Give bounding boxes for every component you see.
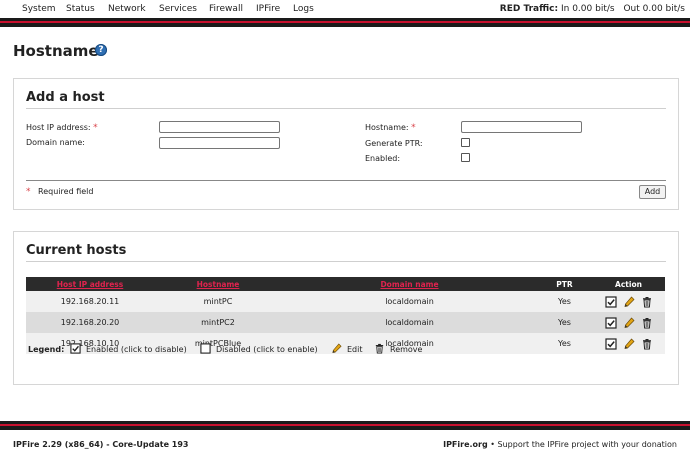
table-row: 192.168.20.20 mintPC2 localdomain Yes [26, 312, 665, 333]
menu-status[interactable]: Status [66, 4, 95, 14]
legend-label: Legend: [28, 345, 65, 354]
required-marker: * [93, 123, 98, 133]
ipfire-org-link[interactable]: IPFire.org [443, 440, 488, 449]
domain-name-input[interactable] [159, 137, 280, 149]
header-band [0, 18, 690, 27]
legend-enabled-text: Enabled (click to disable) [86, 345, 187, 354]
column-header-hostname[interactable]: Hostname [154, 277, 282, 291]
enabled-checkbox-icon[interactable] [604, 337, 617, 350]
cell-domain: localdomain [282, 291, 537, 312]
cell-ptr: Yes [537, 291, 592, 312]
legend-edit-icon [332, 343, 342, 354]
menu-ipfire[interactable]: IPFire [256, 4, 280, 14]
support-text: • Support the IPFire project with your d… [490, 440, 677, 449]
column-header-domain[interactable]: Domain name [282, 277, 537, 291]
current-hosts-title-rule [26, 261, 666, 262]
traffic-out: Out 0.00 bit/s [623, 4, 685, 14]
edit-pencil-icon[interactable] [623, 337, 635, 350]
generate-ptr-label: Generate PTR: [365, 139, 423, 148]
hosts-table: Host IP address Hostname Domain name PTR… [26, 277, 665, 354]
remove-trash-icon[interactable] [641, 296, 653, 308]
menu-firewall[interactable]: Firewall [209, 4, 243, 14]
enabled-checkbox-icon[interactable] [604, 316, 617, 329]
legend-disabled-text: Disabled (click to enable) [216, 345, 318, 354]
top-navigation: System Status Network Services Firewall … [0, 0, 690, 18]
traffic-label: RED Traffic: [499, 4, 559, 14]
cell-hostname: mintPC2 [154, 312, 282, 333]
edit-pencil-icon[interactable] [623, 316, 635, 329]
cell-hostname: mintPC [154, 291, 282, 312]
required-marker: * [411, 123, 416, 133]
generate-ptr-checkbox[interactable] [461, 138, 470, 147]
enabled-checkbox-icon[interactable] [604, 295, 617, 308]
add-button[interactable]: Add [639, 185, 666, 199]
hostname-input[interactable] [461, 121, 582, 133]
red-traffic-status: RED Traffic: In 0.00 bit/s Out 0.00 bit/… [500, 4, 685, 14]
cell-actions [592, 291, 665, 312]
host-ip-input[interactable] [159, 121, 280, 133]
page-title: Hostname [13, 42, 99, 60]
column-header-ptr: PTR [537, 277, 592, 291]
legend-remove-icon [375, 343, 384, 354]
remove-trash-icon[interactable] [641, 338, 653, 350]
edit-pencil-icon[interactable] [623, 295, 635, 308]
cell-ptr: Yes [537, 312, 592, 333]
footer-support: IPFire.org • Support the IPFire project … [443, 440, 677, 449]
table-row: 192.168.20.11 mintPC localdomain Yes [26, 291, 665, 312]
host-ip-label: Host IP address: * [26, 123, 98, 133]
enabled-label: Enabled: [365, 154, 401, 163]
remove-trash-icon[interactable] [641, 317, 653, 329]
enabled-checkbox[interactable] [461, 153, 470, 162]
menu-logs[interactable]: Logs [293, 4, 314, 14]
cell-domain: localdomain [282, 312, 537, 333]
current-hosts-title: Current hosts [26, 243, 127, 258]
footer-band [0, 421, 690, 430]
cell-ip: 192.168.20.20 [26, 312, 154, 333]
legend-disabled-icon [200, 343, 211, 354]
domain-name-label: Domain name: [26, 138, 85, 147]
required-marker: * [26, 187, 31, 197]
cell-actions [592, 312, 665, 333]
menu-network[interactable]: Network [108, 4, 146, 14]
menu-system[interactable]: System [22, 4, 56, 14]
menu-services[interactable]: Services [159, 4, 197, 14]
add-host-title-rule [26, 108, 666, 109]
footer-version: IPFire 2.29 (x86_64) - Core-Update 193 [13, 440, 189, 449]
hostname-label: Hostname: * [365, 123, 416, 133]
cell-actions [592, 333, 665, 354]
legend-enabled-icon [70, 343, 81, 354]
cell-ip: 192.168.20.11 [26, 291, 154, 312]
add-host-title: Add a host [26, 90, 105, 105]
table-header: Host IP address Hostname Domain name PTR… [26, 277, 665, 291]
cell-ptr: Yes [537, 333, 592, 354]
column-header-action: Action [592, 277, 665, 291]
form-separator [26, 180, 666, 181]
column-header-ip[interactable]: Host IP address [26, 277, 154, 291]
legend-remove-text: Remove [390, 345, 423, 354]
current-hosts-panel: Current hosts Host IP address Hostname D… [13, 231, 679, 385]
help-icon[interactable]: ? [95, 44, 107, 56]
legend-edit-text: Edit [347, 345, 363, 354]
add-host-panel: Add a host Host IP address: * Domain nam… [13, 78, 679, 210]
traffic-in: In 0.00 bit/s [560, 4, 615, 14]
required-field-note: * Required field [26, 187, 94, 197]
